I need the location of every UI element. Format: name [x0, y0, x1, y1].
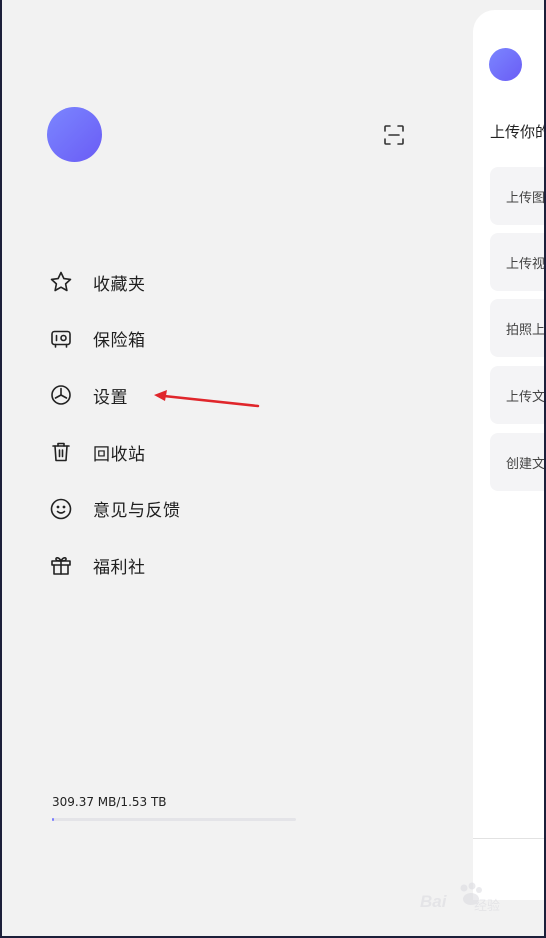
- baidu-watermark: Bai 经验: [420, 880, 540, 916]
- settings-icon: [46, 380, 76, 410]
- safe-icon: [46, 324, 76, 354]
- user-avatar[interactable]: [47, 107, 102, 162]
- menu-item-feedback[interactable]: 意见与反馈: [46, 480, 346, 537]
- upload-image-card[interactable]: 上传图片: [490, 167, 544, 225]
- app-frame: 上传你的 上传图片 上传视频 拍照上传 上传文件 创建文件夹 收藏夹: [2, 0, 544, 936]
- menu-item-safe[interactable]: 保险箱: [46, 311, 346, 368]
- watermark-sub: 经验: [474, 899, 501, 914]
- panel-divider: [473, 838, 544, 839]
- trash-icon: [46, 437, 76, 467]
- panel-avatar[interactable]: [489, 48, 522, 81]
- menu-label: 福利社: [93, 557, 146, 578]
- upload-file-card[interactable]: 上传文件: [490, 366, 544, 424]
- storage-progress-bar: [52, 818, 296, 821]
- upload-title: 上传你的: [490, 123, 544, 141]
- watermark-brand: Bai: [420, 892, 447, 911]
- photo-upload-card[interactable]: 拍照上传: [490, 299, 544, 357]
- storage-usage-text: 309.37 MB/1.53 TB: [52, 795, 167, 809]
- menu-item-favorites[interactable]: 收藏夹: [46, 254, 346, 311]
- drawer-menu: 收藏夹 保险箱 设置 回收站 意见与反馈 福利社: [46, 254, 346, 594]
- home-panel: 上传你的 上传图片 上传视频 拍照上传 上传文件 创建文件夹: [473, 10, 544, 900]
- menu-label: 保险箱: [93, 331, 146, 352]
- menu-label: 回收站: [93, 444, 146, 465]
- menu-label: 收藏夹: [93, 274, 146, 295]
- gift-icon: [46, 550, 76, 580]
- menu-label: 设置: [93, 387, 128, 408]
- create-folder-card[interactable]: 创建文件夹: [490, 433, 544, 491]
- menu-item-benefits[interactable]: 福利社: [46, 537, 346, 594]
- annotation-arrow: [154, 390, 260, 408]
- scan-icon[interactable]: [383, 124, 405, 146]
- upload-video-card[interactable]: 上传视频: [490, 233, 544, 291]
- menu-label: 意见与反馈: [93, 501, 181, 522]
- star-icon: [46, 267, 76, 297]
- storage-progress-fill: [52, 818, 55, 821]
- smiley-icon: [46, 494, 76, 524]
- menu-item-trash[interactable]: 回收站: [46, 424, 346, 481]
